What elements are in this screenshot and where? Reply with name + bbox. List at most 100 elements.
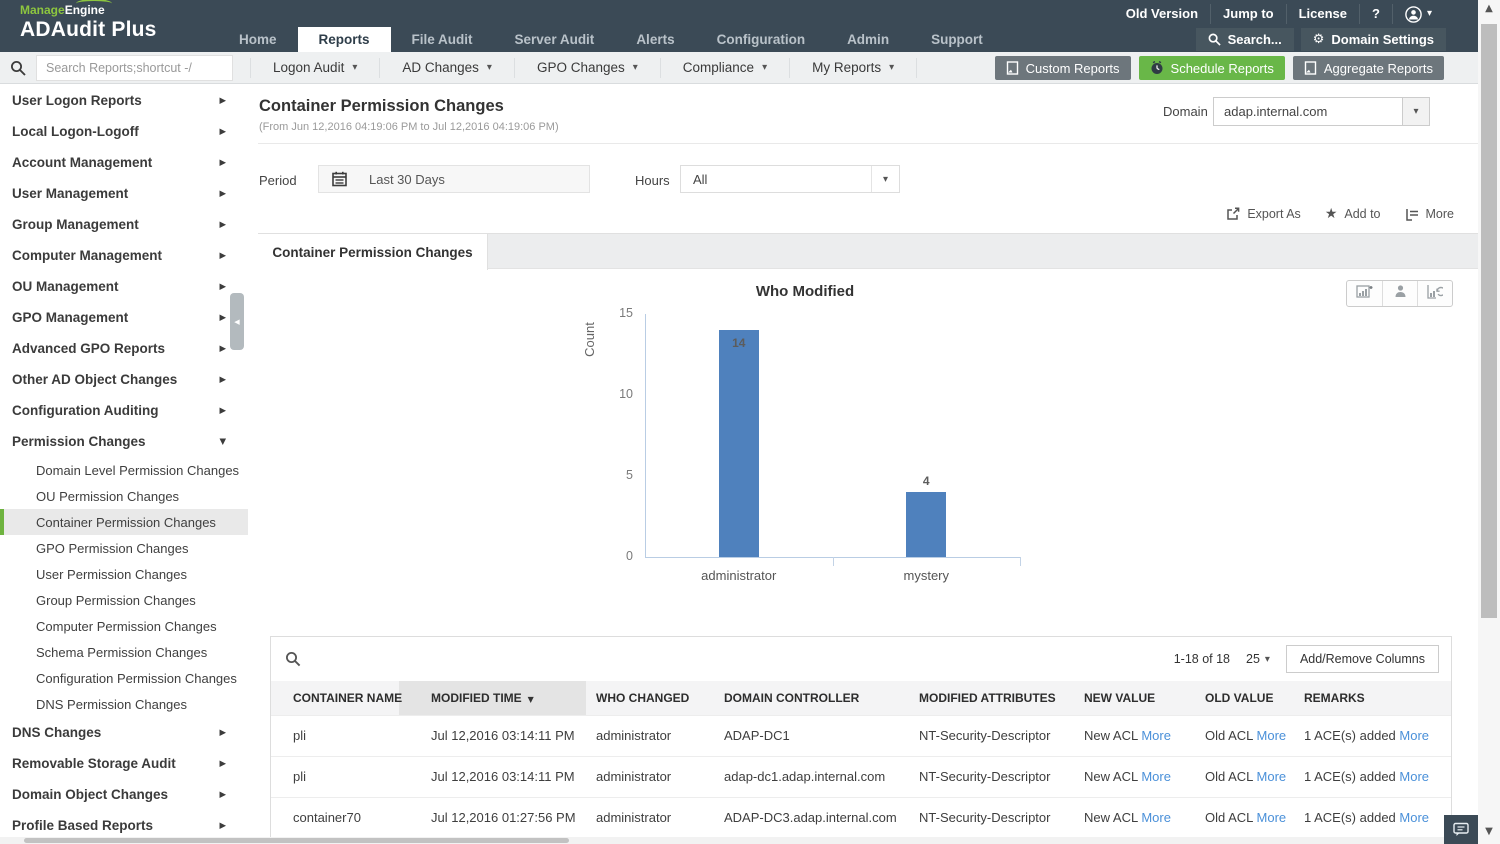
utility-jump-to[interactable]: Jump to [1210, 4, 1286, 24]
nav-item-configuration[interactable]: Configuration [696, 27, 826, 52]
more-link[interactable]: More [1399, 728, 1429, 743]
sidebar-subitem-ou-permission-changes[interactable]: OU Permission Changes [0, 483, 248, 509]
chart-bar-mystery[interactable] [906, 492, 947, 557]
more-link[interactable]: More [1141, 769, 1171, 784]
sidebar-subitem-user-permission-changes[interactable]: User Permission Changes [0, 561, 248, 587]
sidebar-subitem-container-permission-changes[interactable]: Container Permission Changes [0, 509, 248, 535]
menu-my-reports[interactable]: My Reports ▾ [790, 57, 918, 78]
custom-reports-button[interactable]: Custom Reports [994, 56, 1131, 80]
sidebar-subitem-dns-permission-changes[interactable]: DNS Permission Changes [0, 691, 248, 717]
chart-user-filter-button[interactable] [1382, 281, 1417, 306]
export-as-button[interactable]: Export As [1226, 206, 1301, 222]
brand-logo[interactable]: ManageEngine ADAudit Plus [20, 0, 157, 43]
more-link[interactable]: More [1257, 810, 1287, 825]
more-link[interactable]: More [1257, 769, 1287, 784]
menu-ad-changes[interactable]: AD Changes ▾ [380, 57, 515, 78]
feedback-chat-button[interactable] [1444, 815, 1478, 844]
scroll-down-arrow[interactable]: ▼ [1478, 826, 1500, 837]
sidebar-subitem-group-permission-changes[interactable]: Group Permission Changes [0, 587, 248, 613]
sidebar-item-user-management[interactable]: User Management ▶ [0, 178, 248, 209]
scroll-up-arrow[interactable]: ▲ [1478, 3, 1500, 14]
nav-item-file-audit[interactable]: File Audit [391, 27, 494, 52]
more-link[interactable]: More [1257, 728, 1287, 743]
sidebar-item-permission-changes[interactable]: Permission Changes ▼ [0, 426, 248, 457]
global-search-button[interactable]: Search... [1195, 28, 1294, 51]
chart-y-tick-label: 15 [619, 306, 633, 320]
sidebar-collapse-handle[interactable]: ◀ [230, 293, 244, 350]
report-search-input[interactable] [36, 55, 233, 81]
user-menu[interactable]: ▾ [1391, 4, 1444, 24]
sidebar-subitem-schema-permission-changes[interactable]: Schema Permission Changes [0, 639, 248, 665]
sidebar-item-local-logon-logoff[interactable]: Local Logon-Logoff ▶ [0, 116, 248, 147]
chart-bar-administrator[interactable] [718, 330, 759, 557]
menu-compliance[interactable]: Compliance ▾ [661, 57, 791, 78]
more-link[interactable]: More [1399, 810, 1429, 825]
column-header-modified-attributes[interactable]: MODIFIED ATTRIBUTES [906, 681, 1071, 715]
horizontal-scrollbar-thumb[interactable] [24, 838, 569, 843]
sidebar-item-domain-object-changes[interactable]: Domain Object Changes ▶ [0, 779, 248, 810]
sidebar-item-other-ad-object-changes[interactable]: Other AD Object Changes ▶ [0, 364, 248, 395]
column-header-old-value[interactable]: OLD VALUE [1193, 681, 1291, 715]
sidebar-subitem-domain-level-permission-changes[interactable]: Domain Level Permission Changes [0, 457, 248, 483]
nav-item-home[interactable]: Home [218, 27, 298, 52]
sort-desc-icon: ▼ [527, 694, 534, 704]
menu-gpo-changes[interactable]: GPO Changes ▾ [515, 57, 661, 78]
table-search-icon[interactable] [285, 651, 301, 672]
sidebar-item-gpo-management[interactable]: GPO Management ▶ [0, 302, 248, 333]
page-size-select[interactable]: 25 ▾ [1246, 652, 1270, 666]
add-to-button[interactable]: ★ Add to [1325, 206, 1381, 222]
results-table: CONTAINER NAME MODIFIED TIME ▼ WHO CHANGED D… [271, 681, 1451, 838]
domain-settings-button[interactable]: ⚙ Domain Settings [1300, 28, 1446, 51]
more-link[interactable]: More [1399, 769, 1429, 784]
chart-category-label: mystery [903, 568, 950, 583]
hours-value: All [693, 172, 708, 187]
column-header-who-changed[interactable]: WHO CHANGED [586, 681, 713, 715]
vertical-scrollbar-thumb[interactable] [1481, 24, 1497, 618]
sidebar-item-group-management[interactable]: Group Management ▶ [0, 209, 248, 240]
utility-license[interactable]: License [1285, 4, 1359, 24]
chart-type-button[interactable] [1347, 281, 1382, 306]
chart-y-tick-label: 5 [626, 468, 633, 482]
sidebar-subitem-computer-permission-changes[interactable]: Computer Permission Changes [0, 613, 248, 639]
nav-item-support[interactable]: Support [910, 27, 1004, 52]
sidebar-item-advanced-gpo-reports[interactable]: Advanced GPO Reports ▶ [0, 333, 248, 364]
nav-item-admin[interactable]: Admin [826, 27, 910, 52]
help-button[interactable]: ? [1359, 4, 1392, 24]
column-header-modified-time[interactable]: MODIFIED TIME ▼ [399, 681, 586, 715]
column-header-remarks[interactable]: REMARKS [1291, 681, 1451, 715]
nav-item-alerts[interactable]: Alerts [615, 27, 695, 52]
utility-old-version[interactable]: Old Version [1114, 4, 1210, 24]
hours-select[interactable]: All ▾ [680, 165, 900, 193]
sidebar-item-account-management[interactable]: Account Management ▶ [0, 147, 248, 178]
menu-logon-audit[interactable]: Logon Audit ▾ [250, 57, 381, 78]
nav-item-server-audit[interactable]: Server Audit [494, 27, 616, 52]
sidebar-item-ou-management[interactable]: OU Management ▶ [0, 271, 248, 302]
domain-select[interactable]: adap.internal.com ▾ [1213, 97, 1430, 126]
sidebar-subitem-label: Group Permission Changes [36, 592, 196, 608]
sidebar-subitem-configuration-permission-changes[interactable]: Configuration Permission Changes [0, 665, 248, 691]
sidebar-item-configuration-auditing[interactable]: Configuration Auditing ▶ [0, 395, 248, 426]
tab-container-permission-changes[interactable]: Container Permission Changes [258, 234, 488, 270]
more-actions-button[interactable]: More [1405, 206, 1454, 222]
chevron-down-icon: ▾ [632, 62, 638, 73]
aggregate-reports-button[interactable]: Aggregate Reports [1292, 56, 1444, 80]
sidebar-subitem-gpo-permission-changes[interactable]: GPO Permission Changes [0, 535, 248, 561]
schedule-reports-button[interactable]: Schedule Reports [1138, 56, 1285, 80]
sidebar-item-dns-changes[interactable]: DNS Changes ▶ [0, 717, 248, 748]
sidebar-item-computer-management[interactable]: Computer Management ▶ [0, 240, 248, 271]
column-header-domain-controller[interactable]: DOMAIN CONTROLLER [713, 681, 906, 715]
more-link[interactable]: More [1141, 810, 1171, 825]
chart-refresh-icon[interactable] [1417, 281, 1452, 306]
column-header-container-name[interactable]: CONTAINER NAME [271, 681, 402, 715]
table-header-row: CONTAINER NAME MODIFIED TIME ▼ WHO CHANGED D… [271, 681, 1451, 715]
sidebar-item-user-logon-reports[interactable]: User Logon Reports ▶ [0, 85, 248, 116]
period-picker[interactable]: Last 30 Days [318, 165, 590, 193]
column-header-new-value[interactable]: NEW VALUE [1071, 681, 1193, 715]
nav-item-reports[interactable]: Reports [297, 27, 391, 52]
add-remove-columns-button[interactable]: Add/Remove Columns [1285, 645, 1439, 673]
more-link[interactable]: More [1141, 728, 1171, 743]
menu-label-ad-changes: AD Changes [402, 60, 479, 75]
horizontal-scrollbar[interactable] [0, 837, 1478, 844]
vertical-scrollbar[interactable]: ▲ ▼ [1478, 0, 1500, 844]
sidebar-item-removable-storage-audit[interactable]: Removable Storage Audit ▶ [0, 748, 248, 779]
